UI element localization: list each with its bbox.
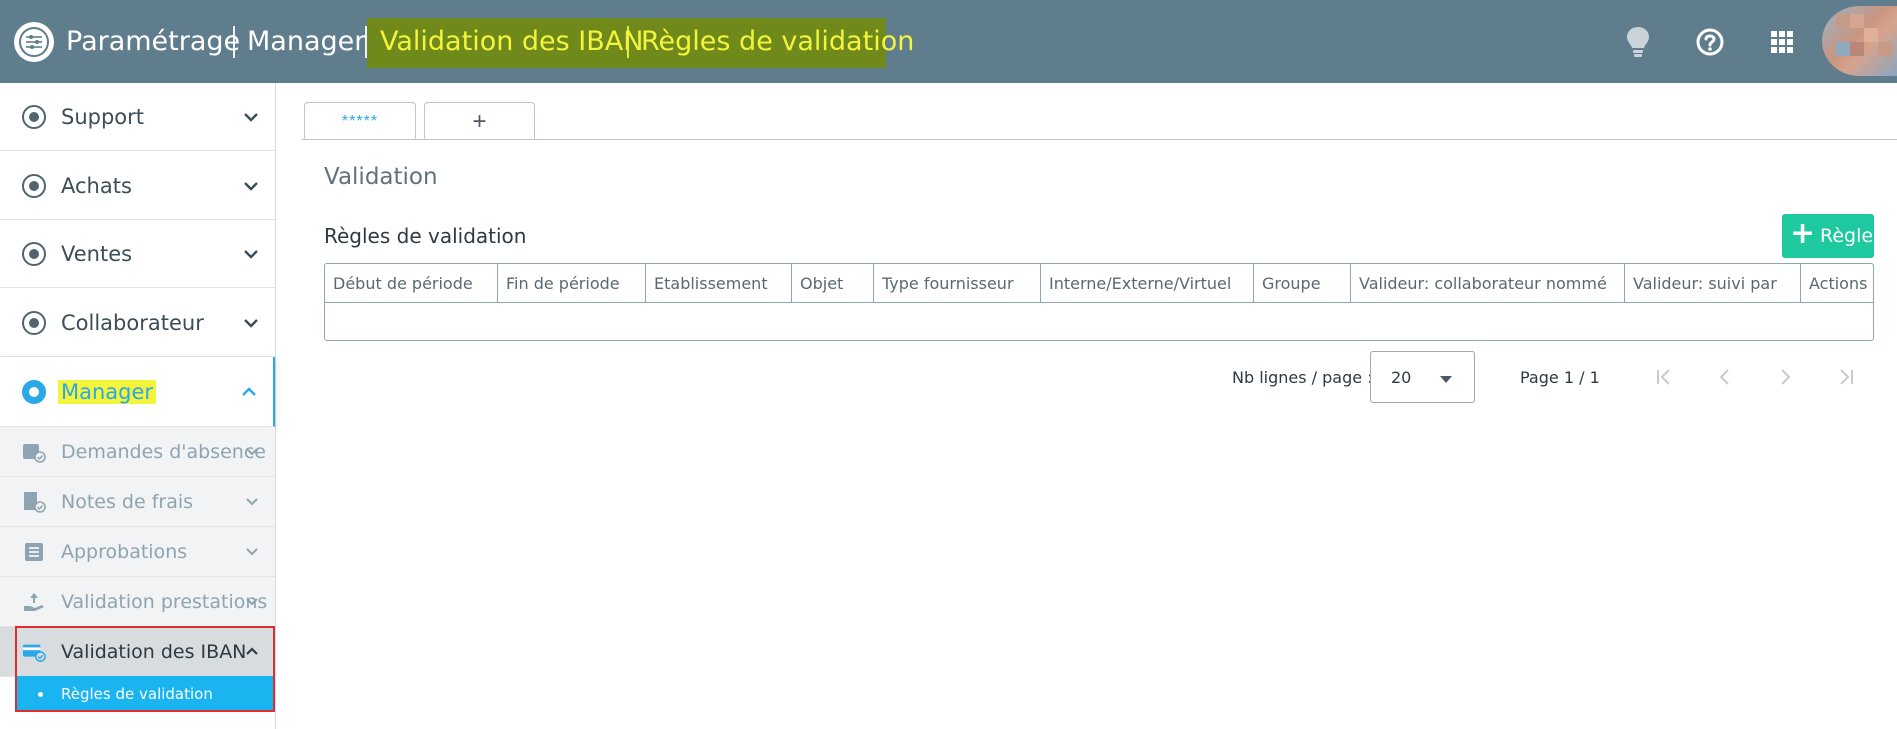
sidebar-item-achats[interactable]: Achats bbox=[0, 152, 275, 220]
sidebar-item-support[interactable]: Support bbox=[0, 83, 275, 151]
first-page-icon[interactable] bbox=[1650, 362, 1680, 392]
column-header[interactable]: Etablissement bbox=[646, 264, 792, 303]
hand-upload-icon bbox=[22, 591, 46, 613]
column-header[interactable]: Objet bbox=[792, 264, 874, 303]
page-size-select[interactable]: 20 bbox=[1370, 351, 1475, 403]
sidebar-item-manager[interactable]: Manager bbox=[0, 357, 275, 427]
column-header[interactable]: Type fournisseur bbox=[874, 264, 1041, 303]
sidebar-subitem-label: Demandes d'absence bbox=[61, 440, 266, 463]
breadcrumb-separator bbox=[233, 26, 235, 58]
avatar[interactable] bbox=[1822, 6, 1897, 76]
table-header: Début de période Fin de période Etabliss… bbox=[325, 264, 1873, 303]
chevron-up-icon bbox=[239, 382, 259, 402]
section-title: Règles de validation bbox=[324, 224, 527, 248]
sidebar-item-collaborateur[interactable]: Collaborateur bbox=[0, 289, 275, 357]
apps-grid-icon[interactable] bbox=[1762, 22, 1802, 62]
breadcrumb-regles-validation[interactable]: Règles de validation bbox=[641, 0, 914, 83]
chevron-down-icon bbox=[243, 493, 261, 511]
tab-divider bbox=[302, 139, 1897, 140]
calendar-check-icon bbox=[22, 441, 46, 463]
last-page-icon[interactable] bbox=[1830, 362, 1860, 392]
sidebar-subitem-notes-frais[interactable]: Notes de frais bbox=[0, 477, 275, 527]
chevron-down-icon bbox=[241, 244, 261, 264]
sidebar-subitem-demandes-absence[interactable]: Demandes d'absence bbox=[0, 427, 275, 477]
support-icon bbox=[22, 104, 46, 129]
column-header[interactable]: Fin de période bbox=[498, 264, 646, 303]
column-header[interactable]: Groupe bbox=[1254, 264, 1351, 303]
next-page-icon[interactable] bbox=[1770, 362, 1800, 392]
breadcrumb-parametrage[interactable]: Paramétrage bbox=[66, 0, 240, 83]
manager-icon bbox=[22, 379, 46, 404]
receipt-check-icon bbox=[22, 491, 46, 513]
sidebar-item-label: Ventes bbox=[61, 241, 133, 266]
chevron-down-icon bbox=[243, 543, 261, 561]
sidebar-subitem-label: Validation prestations bbox=[61, 590, 268, 613]
user-icon bbox=[22, 310, 46, 335]
previous-page-icon[interactable] bbox=[1710, 362, 1740, 392]
sidebar-item-label: Achats bbox=[61, 173, 132, 198]
lightbulb-icon[interactable] bbox=[1618, 22, 1658, 62]
highlight-box bbox=[15, 626, 275, 712]
column-header: Actions bbox=[1809, 274, 1868, 293]
chevron-down-icon bbox=[241, 313, 261, 333]
page-size-value: 20 bbox=[1391, 367, 1412, 387]
caret-down-icon bbox=[1440, 376, 1452, 383]
breadcrumb-manager[interactable]: Manager bbox=[247, 0, 365, 83]
sales-icon bbox=[22, 241, 46, 266]
checklist-icon bbox=[22, 541, 46, 563]
add-rule-button[interactable]: + Règle bbox=[1782, 214, 1874, 258]
column-header[interactable]: Valideur: suivi par bbox=[1625, 264, 1801, 303]
rules-table: Début de période Fin de période Etabliss… bbox=[324, 263, 1874, 341]
sidebar-item-label: Support bbox=[61, 104, 145, 129]
sidebar-item-ventes[interactable]: Ventes bbox=[0, 220, 275, 288]
page-size-label: Nb lignes / page : bbox=[1232, 368, 1373, 387]
sidebar-subitem-validation-prestations[interactable]: Validation prestations bbox=[0, 577, 275, 627]
help-icon[interactable] bbox=[1690, 22, 1730, 62]
plus-icon: + bbox=[1790, 216, 1816, 251]
top-bar: Paramétrage Manager Validation des IBAN … bbox=[0, 0, 1897, 83]
sidebar-subitem-approbations[interactable]: Approbations bbox=[0, 527, 275, 577]
column-header[interactable]: Début de période bbox=[325, 264, 498, 303]
sidebar-item-label: Collaborateur bbox=[61, 310, 204, 335]
column-header[interactable]: Valideur: collaborateur nommé bbox=[1351, 264, 1625, 303]
add-rule-label: Règle bbox=[1820, 225, 1874, 247]
sidebar-subitem-label: Notes de frais bbox=[61, 490, 194, 513]
column-header[interactable]: Interne/Externe/Virtuel bbox=[1041, 264, 1254, 303]
breadcrumb-separator bbox=[627, 26, 629, 58]
sidebar-item-label: Manager bbox=[58, 379, 157, 404]
chevron-down-icon bbox=[241, 176, 261, 196]
sidebar-subitem-label: Approbations bbox=[61, 540, 188, 563]
chevron-down-icon bbox=[241, 107, 261, 127]
chevron-down-icon bbox=[243, 443, 261, 461]
purchases-icon bbox=[22, 173, 46, 198]
settings-logo-icon[interactable] bbox=[14, 22, 54, 62]
tab-add-button[interactable]: + bbox=[424, 102, 535, 140]
chevron-down-icon bbox=[243, 593, 261, 611]
page-title: Validation bbox=[324, 164, 438, 190]
tab-active[interactable]: ***** bbox=[304, 102, 416, 140]
page-info: Page 1 / 1 bbox=[1520, 368, 1600, 387]
breadcrumb-validation-iban[interactable]: Validation des IBAN bbox=[380, 0, 643, 83]
